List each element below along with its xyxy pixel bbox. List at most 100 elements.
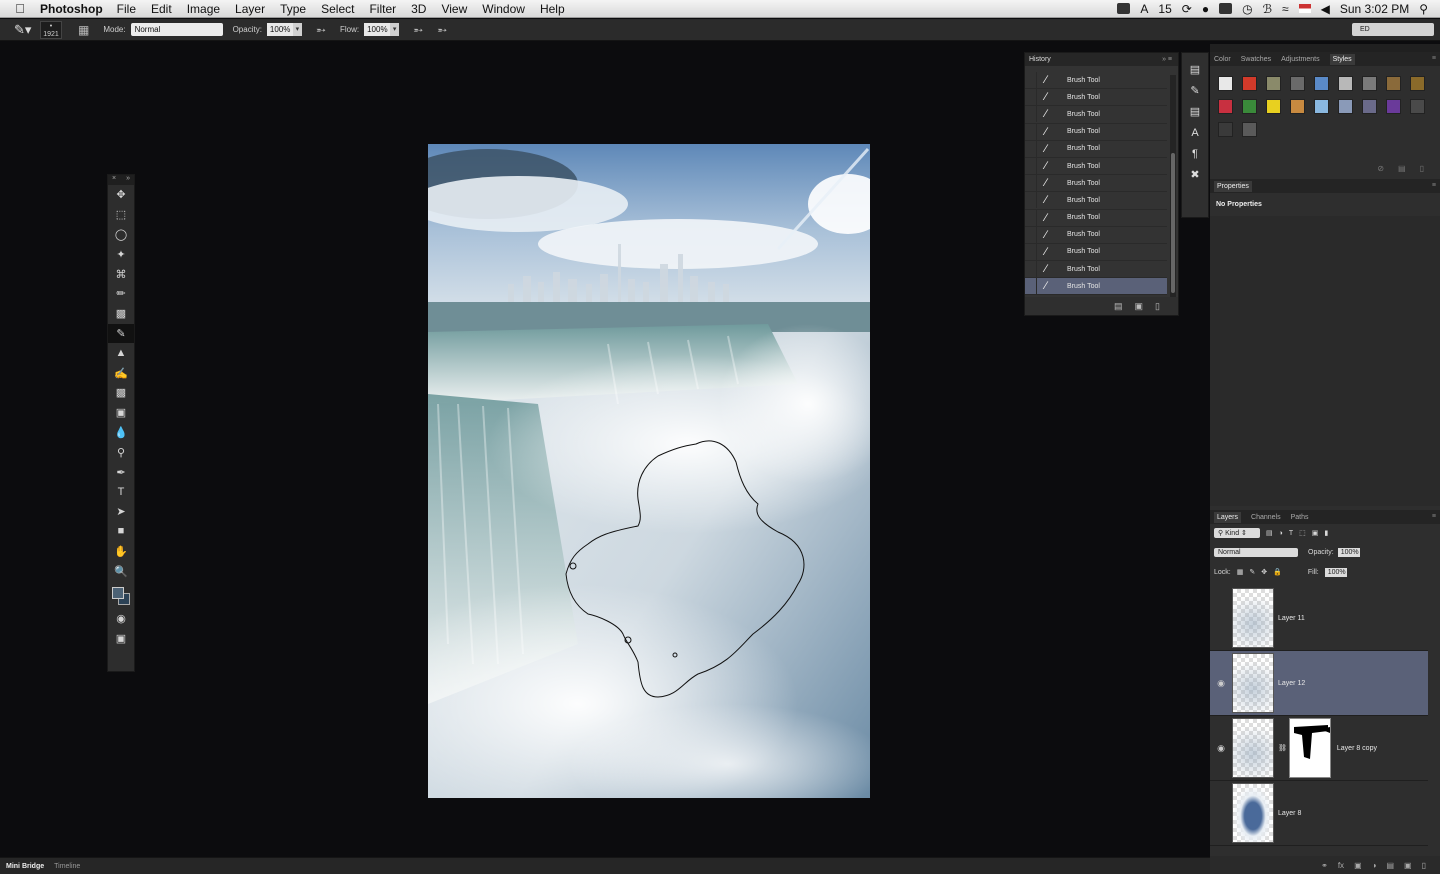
style-swatch[interactable] xyxy=(1386,99,1401,114)
snapshot-source-box[interactable] xyxy=(1025,89,1037,106)
snapshot-source-box[interactable] xyxy=(1025,106,1037,123)
style-swatch[interactable] xyxy=(1386,76,1401,91)
adjustment-filter-icon[interactable]: ◑ xyxy=(1279,530,1283,537)
tab-channels[interactable]: Channels xyxy=(1251,514,1281,521)
layer-row[interactable]: ◉ ⛓ Layer 8 copy xyxy=(1210,716,1428,781)
menu-filter[interactable]: Filter xyxy=(369,2,396,16)
snapshot-source-box[interactable] xyxy=(1025,72,1037,89)
snapshot-icon[interactable]: ▣ xyxy=(1135,301,1144,312)
menu-3d[interactable]: 3D xyxy=(411,2,426,16)
history-item[interactable]: ∕ Brush Tool xyxy=(1025,89,1167,107)
visibility-eye-icon[interactable]: ◉ xyxy=(1210,678,1232,689)
tab-mini-bridge[interactable]: Mini Bridge xyxy=(6,863,44,870)
adjustment-layer-icon[interactable]: ◑ xyxy=(1372,861,1377,870)
opacity-arrow[interactable]: ▾ xyxy=(292,23,302,36)
dodge-tool-icon[interactable]: ⚲ xyxy=(108,442,134,462)
marquee-tool-icon[interactable]: ⬚ xyxy=(108,205,134,225)
lock-position-icon[interactable]: ✥ xyxy=(1261,568,1267,576)
snapshot-source-box[interactable] xyxy=(1025,140,1037,157)
opacity-field[interactable]: 100% xyxy=(266,23,293,36)
history-panel-icon[interactable]: ▤ xyxy=(1182,59,1208,80)
layer-name[interactable]: Layer 12 xyxy=(1278,680,1305,687)
kind-dropdown[interactable]: ⚲ Kind ⇕ xyxy=(1214,528,1260,538)
spotlight-icon[interactable]: ⚲ xyxy=(1419,2,1428,16)
layers-menu-icon[interactable]: ≡ xyxy=(1432,513,1436,520)
flag-icon[interactable] xyxy=(1298,4,1311,13)
style-swatch[interactable] xyxy=(1314,99,1329,114)
style-swatch[interactable] xyxy=(1410,76,1425,91)
brush-tool-icon[interactable]: ✎ xyxy=(108,323,134,344)
filter-toggle-icon[interactable]: ▮ xyxy=(1324,529,1328,537)
tab-styles[interactable]: Styles xyxy=(1329,53,1355,65)
pressure-size-icon[interactable]: ➵ xyxy=(437,23,447,37)
quick-mask-icon[interactable]: ◉ xyxy=(108,609,134,629)
tab-properties[interactable]: Properties xyxy=(1214,180,1252,192)
crop-tool-icon[interactable]: ⌘ xyxy=(108,264,134,284)
history-item[interactable]: ∕ Brush Tool xyxy=(1025,278,1167,296)
close-icon[interactable]: × xyxy=(112,175,116,185)
snapshot-source-box[interactable] xyxy=(1025,209,1037,226)
history-item[interactable]: ∕ Brush Tool xyxy=(1025,158,1167,176)
eraser-tool-icon[interactable]: ▩ xyxy=(108,383,134,403)
camera-icon[interactable] xyxy=(1117,3,1131,14)
pressure-opacity-icon[interactable]: ➵ xyxy=(316,23,326,37)
history-item[interactable]: ∕ Brush Tool xyxy=(1025,123,1167,141)
style-swatch[interactable] xyxy=(1218,122,1233,137)
trash-icon[interactable]: ▯ xyxy=(1155,301,1160,312)
lock-all-icon[interactable]: 🔒 xyxy=(1273,568,1282,576)
healing-tool-icon[interactable]: ▩ xyxy=(108,304,134,324)
document-canvas[interactable] xyxy=(428,144,870,798)
menu-select[interactable]: Select xyxy=(321,2,354,16)
airbrush-icon[interactable]: ➵ xyxy=(413,23,423,37)
panel-menu-icon[interactable]: ≡ xyxy=(1432,55,1436,62)
blur-tool-icon[interactable]: 💧 xyxy=(108,423,134,443)
sync-icon[interactable]: ⟳ xyxy=(1182,2,1192,16)
brush-panel-icon[interactable]: ▦ xyxy=(78,23,89,37)
gradient-tool-icon[interactable]: ▣ xyxy=(108,403,134,423)
visibility-eye-icon[interactable]: ◉ xyxy=(1210,743,1232,754)
tab-paths[interactable]: Paths xyxy=(1291,514,1309,521)
layer-row[interactable]: Layer 8 xyxy=(1210,781,1428,846)
expand-icon[interactable]: » xyxy=(126,175,130,185)
snapshot-source-box[interactable] xyxy=(1025,158,1037,175)
style-swatch[interactable] xyxy=(1290,76,1305,91)
history-item[interactable]: ∕ Brush Tool xyxy=(1025,140,1167,158)
style-swatch[interactable] xyxy=(1410,99,1425,114)
menu-image[interactable]: Image xyxy=(187,2,220,16)
mask-link-icon[interactable]: ⛓ xyxy=(1278,744,1287,752)
tab-layers[interactable]: Layers xyxy=(1214,511,1242,523)
snapshot-source-box[interactable] xyxy=(1025,243,1037,260)
brush-preset-icon[interactable]: ✎▾ xyxy=(14,22,40,38)
layer-name[interactable]: Layer 11 xyxy=(1278,615,1305,622)
style-swatch[interactable] xyxy=(1266,99,1281,114)
snapshot-source-box[interactable] xyxy=(1025,261,1037,278)
tab-timeline[interactable]: Timeline xyxy=(54,863,80,870)
new-style-icon[interactable]: ▤ xyxy=(1398,164,1406,173)
volume-icon[interactable]: ◀ xyxy=(1321,2,1330,16)
link-layers-icon[interactable]: ⚭ xyxy=(1321,861,1328,870)
brush-presets-icon[interactable]: ▤ xyxy=(1182,101,1208,122)
layer-opacity-field[interactable]: 100% xyxy=(1337,547,1360,557)
layer-thumbnail[interactable] xyxy=(1232,588,1274,648)
new-layer-icon[interactable]: ▣ xyxy=(1404,861,1412,870)
history-item[interactable]: ∕ Brush Tool xyxy=(1025,106,1167,124)
bluetooth-icon[interactable]: ℬ xyxy=(1263,2,1272,16)
style-swatch[interactable] xyxy=(1242,99,1257,114)
menu-layer[interactable]: Layer xyxy=(235,2,265,16)
tab-adjustments[interactable]: Adjustments xyxy=(1281,56,1320,63)
layer-row[interactable]: ◉ Layer 12 xyxy=(1210,651,1428,716)
fx-icon[interactable]: fx xyxy=(1338,861,1344,870)
style-swatch[interactable] xyxy=(1290,99,1305,114)
flow-arrow[interactable]: ▾ xyxy=(390,23,400,36)
panel-menu-icon[interactable]: » ≡ xyxy=(1162,53,1178,66)
smart-filter-icon[interactable]: ▣ xyxy=(1312,529,1319,537)
history-item[interactable]: ∕ Brush Tool xyxy=(1025,243,1167,262)
menu-window[interactable]: Window xyxy=(482,2,525,16)
style-swatch[interactable] xyxy=(1266,76,1281,91)
layer-name[interactable]: Layer 8 copy xyxy=(1337,745,1377,752)
pen-tool-icon[interactable]: ✒ xyxy=(108,462,134,482)
adobe-icon[interactable]: A xyxy=(1140,2,1148,16)
tools-header[interactable]: ×» xyxy=(108,175,134,185)
blend-mode-dropdown[interactable]: Normal xyxy=(1214,547,1298,557)
history-item[interactable]: ∕ Brush Tool xyxy=(1025,72,1167,90)
